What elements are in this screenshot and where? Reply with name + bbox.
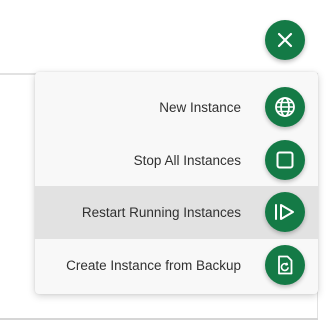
app-stage: New Instance Stop All Instances Restart … <box>0 0 336 328</box>
globe-icon <box>274 96 296 118</box>
menu-item-label: Create Instance from Backup <box>66 258 241 273</box>
stop-square-icon <box>274 149 296 171</box>
restart-running-instances-button[interactable] <box>265 192 305 232</box>
menu-item-restart-running-instances[interactable]: Restart Running Instances <box>35 186 318 239</box>
menu-item-label: Stop All Instances <box>133 153 241 168</box>
create-instance-from-backup-button[interactable] <box>265 245 305 285</box>
stop-all-instances-button[interactable] <box>265 140 305 180</box>
backup-restore-icon <box>274 254 296 276</box>
restart-play-icon <box>273 201 297 223</box>
menu-item-new-instance[interactable]: New Instance <box>35 81 318 134</box>
speed-dial-menu: New Instance Stop All Instances Restart … <box>35 72 318 294</box>
close-speed-dial-button[interactable] <box>265 20 305 60</box>
menu-item-label: Restart Running Instances <box>81 205 241 220</box>
menu-item-stop-all-instances[interactable]: Stop All Instances <box>35 134 318 187</box>
menu-item-create-instance-from-backup[interactable]: Create Instance from Backup <box>35 239 318 292</box>
menu-item-label: New Instance <box>159 100 241 115</box>
panel-bottom-divider <box>0 318 318 320</box>
new-instance-button[interactable] <box>265 87 305 127</box>
close-icon <box>276 31 294 49</box>
